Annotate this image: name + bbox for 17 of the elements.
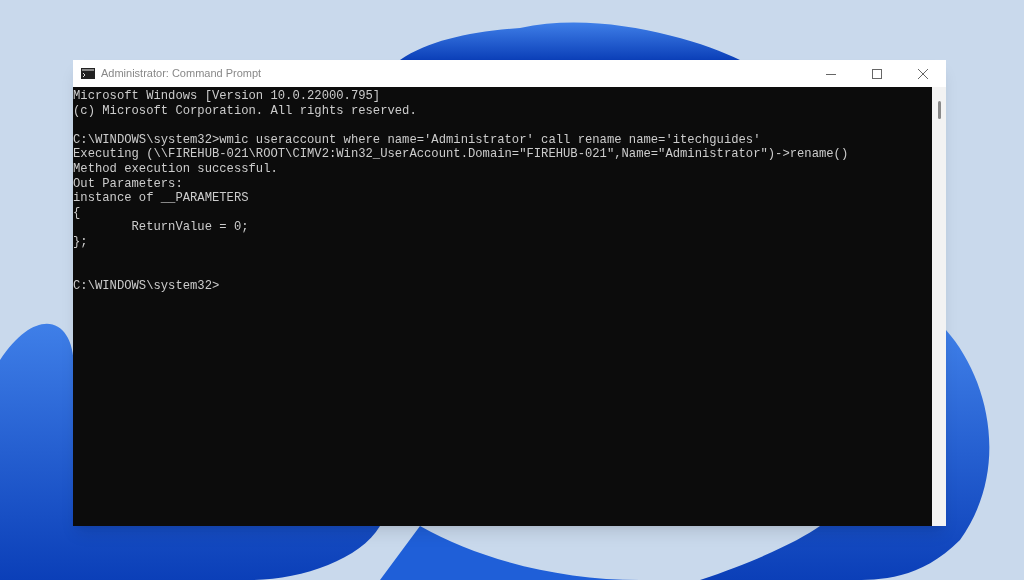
scrollbar-thumb[interactable] [937, 101, 941, 119]
console-line: instance of __PARAMETERS [73, 191, 249, 206]
console-line: Method execution successful. [73, 161, 278, 177]
window-title: Administrator: Command Prompt [101, 66, 262, 82]
console-line: Microsoft Windows [Version 10.0.22000.795] [73, 89, 381, 104]
console-line: { [73, 205, 81, 221]
console-line: Out Parameters: [73, 176, 183, 192]
close-icon [918, 68, 928, 79]
console-line: C:\WINDOWS\system32>wmic useraccount where name='Administrator' call rename name='itechguides' [73, 132, 761, 148]
terminal-icon [81, 68, 95, 79]
scrollbar[interactable] [932, 87, 946, 526]
console-line: Executing (\\FIREHUB-021\ROOT\CIMV2:Win32_UserAccount.Domain="FIREHUB-021",Name="Administrator")->rename() [73, 147, 849, 162]
console-line: ReturnValue = 0; [130, 220, 249, 235]
maximize-icon [872, 68, 882, 79]
console-line: C:\WINDOWS\system32> [73, 278, 220, 294]
console-line: }; [73, 234, 88, 250]
console-line: (c) Microsoft Corporation. All rights reserved. [73, 103, 417, 119]
